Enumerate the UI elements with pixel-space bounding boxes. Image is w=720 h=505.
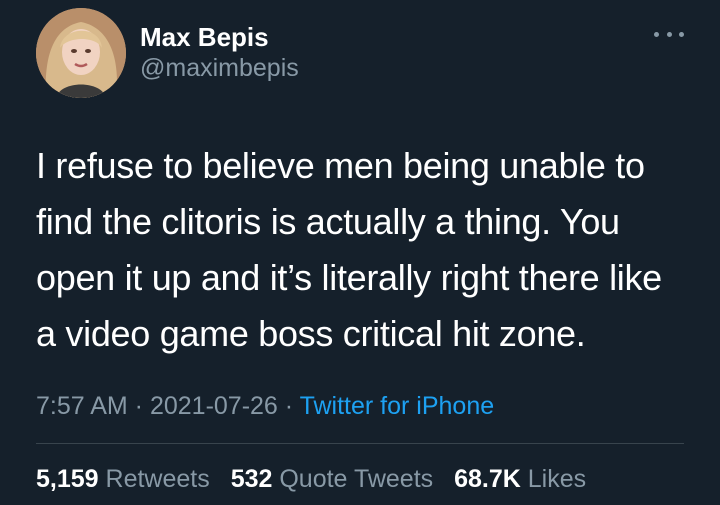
likes-stat[interactable]: 68.7K Likes — [454, 465, 586, 493]
quote-tweets-stat[interactable]: 532 Quote Tweets — [231, 465, 433, 493]
dot — [679, 31, 684, 37]
retweets-stat[interactable]: 5,159 Retweets — [36, 465, 210, 493]
avatar[interactable] — [36, 8, 126, 98]
avatar-image — [36, 8, 126, 98]
user-identity[interactable]: Max Bepis @maximbepis — [140, 22, 299, 84]
engagement-stats: 5,159 Retweets 532 Quote Tweets 68.7K Li… — [36, 462, 586, 496]
likes-label: Likes — [527, 465, 587, 493]
tweet-card: Max Bepis @maximbepis I refuse to believ… — [0, 0, 720, 505]
tweet-time[interactable]: 7:57 AM — [36, 392, 128, 420]
likes-count: 68.7K — [454, 465, 521, 493]
quote-tweets-label: Quote Tweets — [279, 465, 434, 493]
quote-tweets-count: 532 — [230, 465, 273, 493]
dot — [654, 31, 659, 37]
retweets-label: Retweets — [105, 465, 210, 493]
more-dots-icon[interactable] — [654, 24, 684, 44]
user-handle[interactable]: @maximbepis — [140, 52, 299, 84]
tweet-header: Max Bepis @maximbepis — [36, 8, 686, 100]
tweet-date[interactable]: 2021-07-26 — [150, 392, 278, 420]
tweet-text: I refuse to believe men being unable to … — [36, 145, 662, 354]
tweet-source-link[interactable]: Twitter for iPhone — [300, 392, 495, 420]
retweets-count: 5,159 — [36, 465, 99, 493]
meta-separator: · — [127, 392, 150, 420]
dot — [666, 31, 672, 37]
tweet-meta: 7:57 AM · 2021-07-26 · Twitter for iPhon… — [36, 388, 494, 424]
divider — [36, 443, 684, 444]
display-name[interactable]: Max Bepis — [140, 22, 299, 52]
meta-separator: · — [277, 392, 300, 420]
